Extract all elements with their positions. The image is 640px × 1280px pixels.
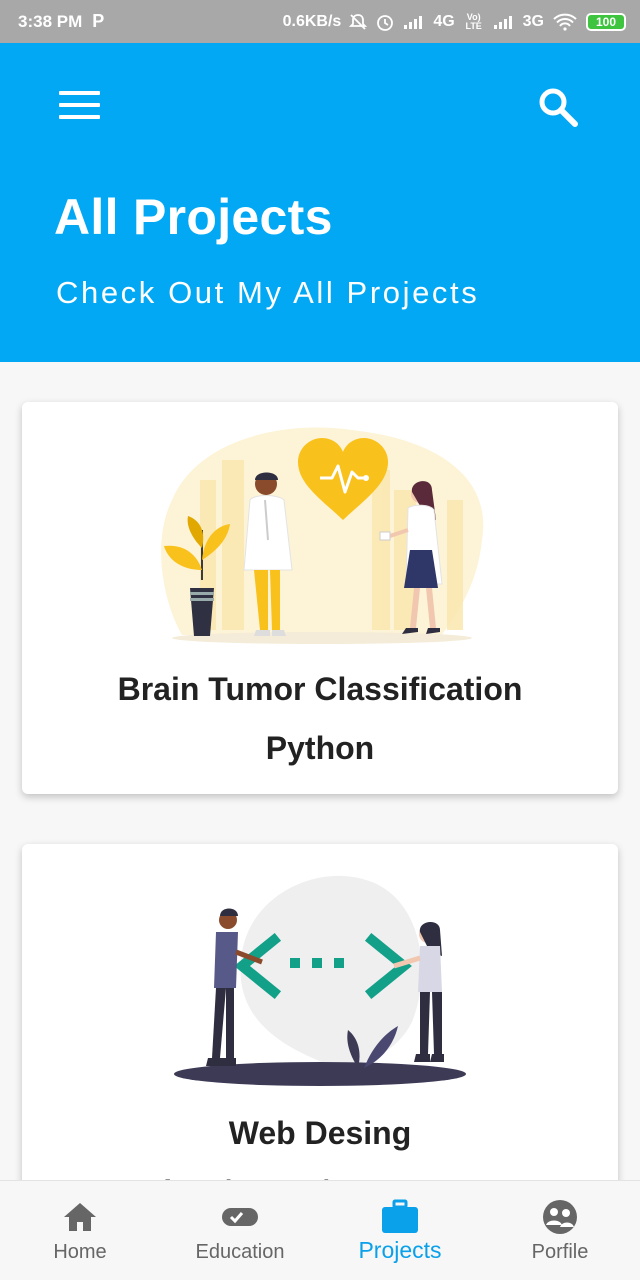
nav-label-projects: Projects bbox=[358, 1237, 442, 1263]
project-title-line-1: Web Desing bbox=[228, 1115, 412, 1151]
volte-badge: Vo) LTE bbox=[465, 11, 482, 31]
projects-list: Brain Tumor Classification Python Web De… bbox=[0, 362, 640, 1180]
home-icon bbox=[64, 1203, 96, 1231]
project-title: Web Desing Python/HTML/JAVASCRIPT bbox=[22, 1104, 618, 1180]
status-time: 3:38 PM bbox=[18, 11, 83, 31]
menu-button[interactable] bbox=[52, 85, 108, 125]
profile-group-icon bbox=[543, 1200, 577, 1234]
project-title: Brain Tumor Classification Python bbox=[22, 660, 618, 778]
battery-indicator: 100 bbox=[586, 12, 626, 31]
mute-icon bbox=[349, 13, 368, 30]
page-title: All Projects bbox=[54, 189, 333, 245]
project-title-line-1: Brain Tumor Classification bbox=[117, 671, 523, 707]
search-button[interactable] bbox=[530, 79, 586, 135]
doctors-heart-illustration bbox=[161, 427, 484, 644]
network-type-1: 4G bbox=[433, 12, 455, 30]
signal-icon-2 bbox=[493, 15, 512, 29]
network-type-2: 3G bbox=[522, 12, 544, 30]
nav-item-education[interactable]: Education bbox=[160, 1181, 320, 1280]
app-header: All Projects Check Out My All Projects bbox=[0, 43, 640, 362]
status-bar: 3:38 PM P 0.6KB/s 4G Vo) LTE 3G 100 bbox=[0, 0, 640, 43]
page-subtitle: Check Out My All Projects bbox=[56, 275, 480, 310]
nav-label-education: Education bbox=[195, 1241, 285, 1263]
nav-item-home[interactable]: Home bbox=[0, 1181, 160, 1280]
nav-label-profile: Porfile bbox=[531, 1241, 589, 1263]
project-card[interactable]: Web Desing Python/HTML/JAVASCRIPT bbox=[22, 844, 618, 1180]
signal-icon-1 bbox=[404, 15, 423, 29]
toggle-icon bbox=[222, 1208, 258, 1226]
hamburger-menu-icon-bar bbox=[59, 115, 100, 119]
project-title-line-2: Python bbox=[265, 730, 375, 766]
parking-p-icon: P bbox=[92, 11, 105, 31]
bottom-navigation: Home Education Projects Porfile bbox=[0, 1180, 640, 1280]
nav-item-projects[interactable]: Projects bbox=[320, 1181, 480, 1280]
project-title-line-2: Python/HTML/JAVASCRIPT bbox=[22, 1163, 618, 1180]
hamburger-menu-icon bbox=[59, 91, 100, 95]
web-code-illustration bbox=[174, 875, 466, 1086]
search-icon bbox=[539, 88, 578, 127]
briefcase-icon bbox=[382, 1199, 418, 1233]
nav-item-profile[interactable]: Porfile bbox=[480, 1181, 640, 1280]
wifi-icon bbox=[553, 13, 577, 31]
net-speed: 0.6KB/s bbox=[282, 12, 342, 30]
nav-label-home: Home bbox=[53, 1241, 107, 1263]
project-card[interactable]: Brain Tumor Classification Python bbox=[22, 402, 618, 794]
hamburger-menu-icon-bar bbox=[59, 103, 100, 107]
alarm-icon bbox=[377, 14, 394, 31]
